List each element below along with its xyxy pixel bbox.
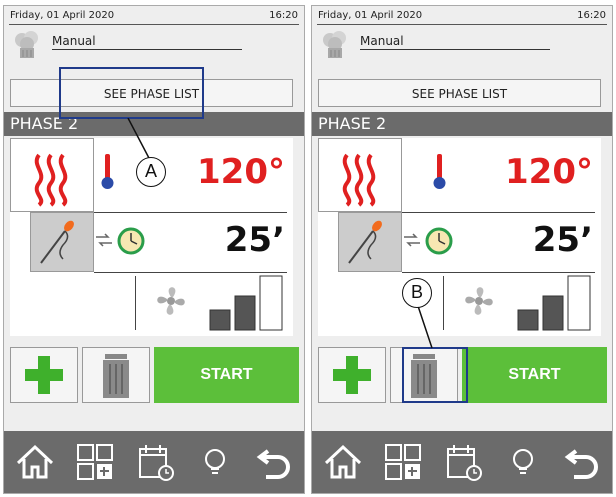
mode-label: Manual	[52, 34, 96, 48]
grid-add-icon[interactable]	[74, 441, 116, 483]
probe-icon	[40, 220, 74, 264]
back-arrow-icon[interactable]	[254, 441, 296, 483]
callout-a-label: A	[136, 157, 166, 187]
back-arrow-icon[interactable]	[562, 441, 604, 483]
mode-label: Manual	[360, 34, 404, 48]
heat-waves-icon	[342, 153, 376, 207]
duration-value[interactable]: 25’	[225, 220, 285, 260]
divider	[135, 276, 136, 330]
divider	[94, 212, 287, 213]
callout-b-leader	[417, 306, 433, 349]
mode-underline	[360, 49, 550, 50]
probe-toggle-button[interactable]	[30, 212, 94, 272]
temperature-value[interactable]: 120°	[505, 152, 593, 192]
probe-toggle-button[interactable]	[338, 212, 402, 272]
screen-b: Friday, 01 April 2020 16:20 Manual SEE P…	[311, 5, 613, 494]
heat-mode-button[interactable]	[10, 138, 94, 212]
home-icon[interactable]	[322, 441, 364, 483]
timer-icon	[116, 226, 146, 256]
fan-icon[interactable]	[460, 282, 498, 320]
plus-icon	[333, 356, 371, 394]
callout-b-highlight	[402, 347, 468, 403]
callout-a-leader	[127, 118, 151, 161]
status-divider	[317, 24, 607, 25]
add-phase-button[interactable]	[10, 347, 78, 403]
phase-title: PHASE 2	[312, 112, 612, 136]
divider	[402, 212, 595, 213]
probe-icon	[348, 220, 382, 264]
timer-icon	[424, 226, 454, 256]
swap-arrows-icon	[94, 230, 114, 250]
lightbulb-icon[interactable]	[502, 441, 544, 483]
status-date: Friday, 01 April 2020	[10, 10, 115, 21]
divider	[443, 276, 444, 330]
status-time: 16:20	[577, 10, 606, 21]
callout-a-highlight	[59, 67, 204, 119]
grid-add-icon[interactable]	[382, 441, 424, 483]
status-time: 16:20	[269, 10, 298, 21]
chef-hat-icon	[322, 30, 348, 62]
fan-speed-bars-icon[interactable]	[208, 274, 286, 332]
mode-underline	[52, 49, 242, 50]
phase-settings-panel: 120° 25’	[318, 138, 601, 336]
add-phase-button[interactable]	[318, 347, 386, 403]
calendar-icon[interactable]	[442, 441, 484, 483]
fan-speed-bars-icon[interactable]	[516, 274, 594, 332]
status-date: Friday, 01 April 2020	[318, 10, 423, 21]
lightbulb-icon[interactable]	[194, 441, 236, 483]
chef-hat-icon	[14, 30, 40, 62]
start-button[interactable]: START	[154, 347, 299, 403]
status-bar: Friday, 01 April 2020 16:20	[312, 6, 612, 24]
fan-icon[interactable]	[152, 282, 190, 320]
divider	[94, 272, 287, 273]
start-button[interactable]: START	[462, 347, 607, 403]
bottom-nav	[4, 431, 304, 493]
swap-arrows-icon	[402, 230, 422, 250]
status-bar: Friday, 01 April 2020 16:20	[4, 6, 304, 24]
plus-icon	[25, 356, 63, 394]
delete-phase-button[interactable]	[82, 347, 150, 403]
callout-b-label: B	[402, 278, 432, 308]
duration-value[interactable]: 25’	[533, 220, 593, 260]
home-icon[interactable]	[14, 441, 56, 483]
status-divider	[9, 24, 299, 25]
thermometer-icon	[430, 152, 448, 192]
see-phase-list-button[interactable]: SEE PHASE LIST	[318, 79, 601, 107]
temperature-value[interactable]: 120°	[197, 152, 285, 192]
heat-waves-icon	[34, 153, 68, 207]
action-row: START	[10, 347, 299, 403]
heat-mode-button[interactable]	[318, 138, 402, 212]
screen-a: Friday, 01 April 2020 16:20 Manual SEE P…	[3, 5, 305, 494]
calendar-icon[interactable]	[134, 441, 176, 483]
bottom-nav	[312, 431, 612, 493]
trash-icon	[103, 354, 129, 398]
divider	[402, 272, 595, 273]
thermometer-icon	[98, 152, 116, 192]
